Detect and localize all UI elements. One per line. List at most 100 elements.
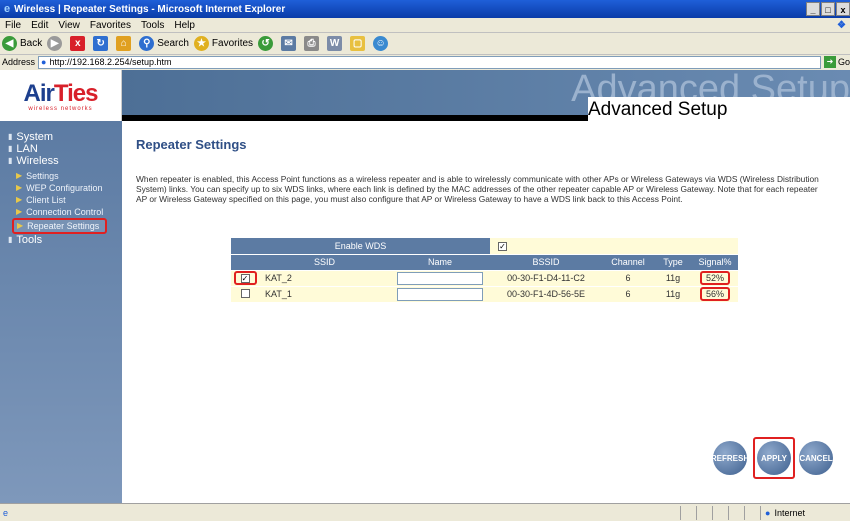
sidebar-item-wep-configuration[interactable]: ▶ WEP Configuration [0,182,122,194]
row-check-cell: ✓ [231,269,259,286]
back-label: Back [20,38,43,49]
folder-button[interactable]: ▢ [350,36,368,51]
main-content: Repeater Settings When repeater is enabl… [122,121,850,503]
menu-help[interactable]: Help [174,20,195,31]
header-bssid: BSSID [490,253,602,270]
messenger-icon: ☺ [373,36,389,51]
back-button[interactable]: ◀ Back [2,36,42,51]
arrow-right-icon: ▶ [16,195,23,204]
table-row: ✓ KAT_2 00-30-F1-D4-11-C2 6 11g 52% [231,269,738,286]
header-type: Type [654,253,692,270]
enable-wds-row: Enable WDS ✓ [231,238,738,254]
logout-link[interactable]: ◌ Logout [807,101,846,113]
forward-button[interactable]: ▶ [47,36,65,51]
minimize-button[interactable]: _ [806,2,820,16]
link-checkbox[interactable]: ✓ [240,274,250,283]
sidebar-item-connection-control[interactable]: ▶ Connection Control [0,206,122,218]
browser-toolbar: ◀ Back ▶ x ↻ ⌂ ⚲ Search ★ Favorites ↺ ✉ … [0,33,850,55]
menu-tools[interactable]: Tools [141,20,164,31]
sidebar-item-system[interactable]: ▮ System [0,131,122,143]
cancel-button[interactable]: CANCEL [799,441,833,475]
ssid-cell: KAT_1 [259,285,390,302]
status-cell [728,505,744,520]
sidebar-lan-label: LAN [16,143,38,155]
window-titlebar: e Wireless | Repeater Settings - Microso… [0,0,850,18]
status-bar: e ● Internet [0,503,850,521]
name-cell [390,285,490,302]
stop-button[interactable]: x [70,36,88,51]
sidebar-settings-label: Settings [26,171,59,181]
status-cell [712,505,728,520]
history-icon: ↺ [258,36,274,51]
home-page-button[interactable]: ⌂ [116,36,134,51]
menu-edit[interactable]: Edit [31,20,48,31]
house-icon: ⌂ [116,36,132,51]
header-channel: Channel [602,253,654,270]
go-button[interactable]: ➜ Go [823,56,850,68]
menu-file[interactable]: File [5,20,21,31]
menu-view[interactable]: View [58,20,80,31]
status-cell [744,505,760,520]
header-links: ⌂ Home ◌ Logout [756,101,846,113]
sidebar-item-tools[interactable]: ▮ Tools [0,234,122,246]
sidebar-item-wireless[interactable]: ▮ Wireless [0,155,122,167]
header-signal: Signal% [692,253,738,270]
channel-cell: 6 [602,269,654,286]
logout-label: Logout [815,101,846,113]
name-field[interactable] [397,287,483,301]
sidebar: ▮ System ▮ LAN ▮ Wireless ▶ Settings ▶ WEP Co… [0,121,122,503]
address-label: Address [2,57,36,67]
sidebar-item-lan[interactable]: ▮ LAN [0,143,122,155]
close-button[interactable]: x [836,2,850,16]
header-check [231,253,259,270]
address-input[interactable]: ● http://192.168.2.254/setup.htm [38,55,821,69]
logo-air: Air [23,79,55,107]
refresh-page-button[interactable]: ↻ [93,36,111,51]
link-checkbox[interactable] [240,288,250,298]
home-link[interactable]: ⌂ Home [764,101,799,113]
menu-favorites[interactable]: Favorites [90,20,131,31]
print-button[interactable]: ⎙ [304,36,322,51]
name-field[interactable] [397,271,483,285]
sidebar-item-client-list[interactable]: ▶ Client List [0,194,122,206]
messenger-button[interactable]: ☺ [373,36,391,51]
arrow-right-icon: ▶ [17,221,24,230]
page-title: Repeater Settings [136,137,247,152]
menu-bar: File Edit View Favorites Tools Help ❖ [0,18,850,33]
page-description: When repeater is enabled, this Access Po… [136,174,819,204]
wds-header-row: SSID Name BSSID Channel Type Signal% [231,253,738,270]
search-button[interactable]: ⚲ Search [139,36,189,51]
type-cell: 11g [654,269,692,286]
status-cell [696,505,712,520]
go-arrow-icon: ➜ [823,56,836,68]
enable-wds-label: Enable WDS [231,238,490,254]
edit-button[interactable]: W [327,36,345,51]
logo-ties: Ties [53,79,99,107]
folder-small-icon: ▮ [8,144,13,153]
stop-icon: x [70,36,86,51]
apply-button[interactable]: APPLY [757,441,791,475]
signal-value: 52% [699,271,730,285]
enable-wds-checkbox[interactable]: ✓ [498,241,507,251]
ie-icon: e [4,3,11,15]
favorites-button[interactable]: ★ Favorites [193,36,253,51]
mail-button[interactable]: ✉ [281,36,299,51]
restore-button[interactable]: □ [821,2,835,16]
header-title: Advanced Setup [588,99,728,120]
highlight-box: ✓ [233,271,257,285]
address-url: http://192.168.2.254/setup.htm [49,57,172,67]
sidebar-item-settings[interactable]: ▶ Settings [0,170,122,182]
home-icon: ⌂ [763,101,771,113]
folder-small-icon: ▮ [8,235,13,244]
arrow-right-icon: ▶ [16,183,23,192]
search-label: Search [157,38,189,49]
refresh-button[interactable]: REFRESH [711,441,749,475]
sidebar-item-repeater-settings[interactable]: ▶ Repeater Settings [12,218,107,234]
window-title: Wireless | Repeater Settings - Microsoft… [14,3,286,15]
sidebar-repeater-label: Repeater Settings [27,221,100,231]
refresh-icon: ↻ [93,36,109,51]
history-button[interactable]: ↺ [258,36,276,51]
logout-icon: ◌ [806,101,814,113]
row-check-cell [231,285,259,302]
signal-cell: 56% [692,285,738,302]
